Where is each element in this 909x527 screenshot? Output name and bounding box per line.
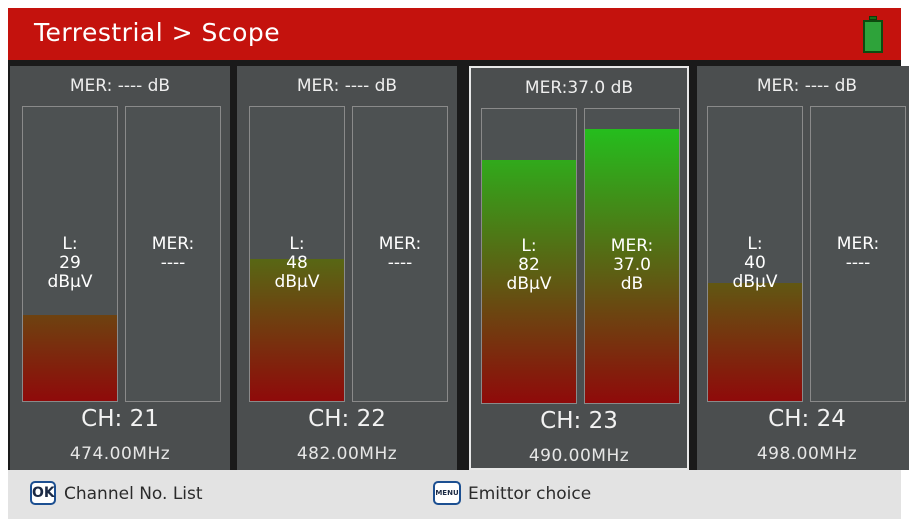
mer-bar-label: MER: ---- [378, 234, 422, 273]
mer-bar: MER: 37.0 dB [584, 108, 680, 404]
menu-key-icon[interactable]: MENU [433, 481, 461, 505]
channel-number: CH: 21 [81, 406, 159, 432]
channel-frequency: 474.00MHz [69, 444, 171, 464]
channel-number: CH: 22 [308, 406, 386, 432]
mer-header: MER: ---- dB [756, 76, 858, 96]
mer-bar: MER: ---- [125, 106, 221, 402]
battery-body [863, 20, 883, 53]
mer-header: MER:37.0 dB [524, 78, 634, 98]
mer-bar-label: MER: 37.0 dB [610, 236, 654, 294]
channel-number: CH: 23 [540, 408, 618, 434]
page-title: Terrestrial > Scope [34, 18, 281, 47]
level-bar: L: 48 dBµV [249, 106, 345, 402]
channel-panel-24[interactable]: MER: ---- dB L: 40 dBµV MER: ---- CH: 24… [697, 66, 909, 470]
mer-bar: MER: ---- [810, 106, 906, 402]
channel-panel-21[interactable]: MER: ---- dB L: 29 dBµV MER: ---- CH: 21… [10, 66, 230, 470]
level-bar-label: L: 40 dBµV [732, 234, 778, 292]
mer-bar-label: MER: ---- [151, 234, 195, 273]
softkey-bar: OK Channel No. List MENU Emittor choice [8, 470, 901, 519]
ok-key-icon[interactable]: OK [30, 481, 56, 505]
mer-header: MER: ---- dB [296, 76, 398, 96]
scope-panels: MER: ---- dB L: 29 dBµV MER: ---- CH: 21… [8, 60, 909, 470]
ok-key-label[interactable]: Channel No. List [64, 484, 203, 504]
menu-key-label[interactable]: Emittor choice [468, 484, 591, 504]
battery-full-icon [863, 16, 883, 53]
channel-frequency: 490.00MHz [528, 446, 630, 466]
mer-bar-label: MER: ---- [836, 234, 880, 273]
level-bar: L: 29 dBµV [22, 106, 118, 402]
level-bar-label: L: 82 dBµV [506, 236, 552, 294]
channel-frequency: 498.00MHz [756, 444, 858, 464]
level-bar: L: 82 dBµV [481, 108, 577, 404]
level-bar: L: 40 dBµV [707, 106, 803, 402]
level-bar-label: L: 29 dBµV [47, 234, 93, 292]
title-bar: Terrestrial > Scope [8, 8, 901, 60]
level-bar-label: L: 48 dBµV [274, 234, 320, 292]
channel-frequency: 482.00MHz [296, 444, 398, 464]
channel-panel-22[interactable]: MER: ---- dB L: 48 dBµV MER: ---- CH: 22… [237, 66, 457, 470]
analyzer-screen: Terrestrial > Scope MER: ---- dB L: 29 d… [8, 8, 909, 519]
level-bar-fill [708, 283, 802, 401]
channel-panel-23[interactable]: MER:37.0 dB L: 82 dBµV MER: 37.0 dB CH: … [469, 66, 689, 470]
level-bar-fill [23, 315, 117, 401]
mer-header: MER: ---- dB [69, 76, 171, 96]
channel-number: CH: 24 [768, 406, 846, 432]
mer-bar: MER: ---- [352, 106, 448, 402]
